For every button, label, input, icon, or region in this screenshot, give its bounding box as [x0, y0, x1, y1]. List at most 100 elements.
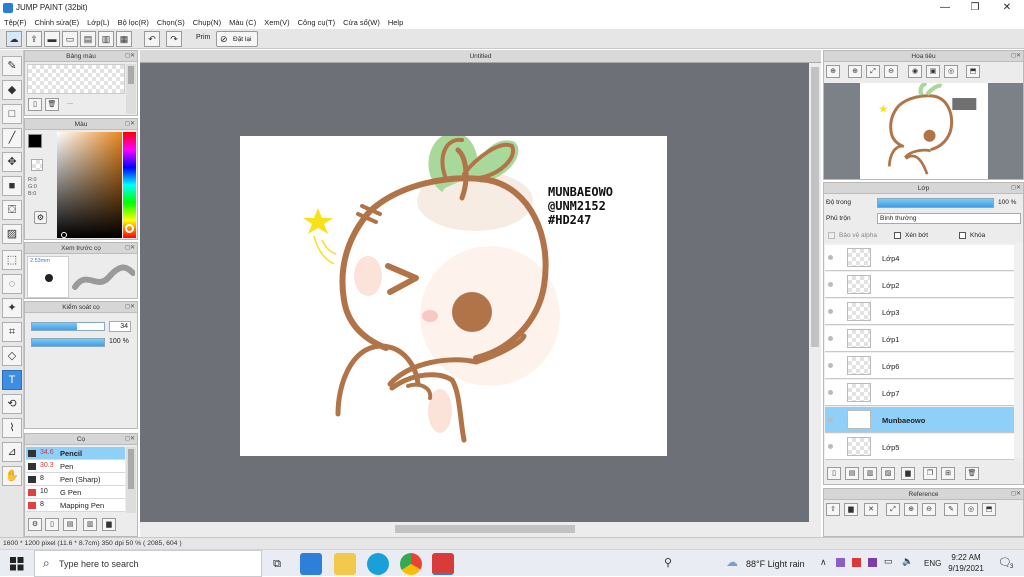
layer-opacity-slider[interactable]: [877, 198, 994, 208]
file-explorer-icon[interactable]: [334, 553, 356, 575]
tray-app-icon[interactable]: [836, 558, 845, 567]
rotate-icon[interactable]: ◉: [908, 65, 922, 78]
drawing-canvas[interactable]: MUNBAEOWO @UNM2152 #HD247: [240, 132, 667, 456]
brush-new-icon[interactable]: ▯: [45, 518, 59, 531]
reference-rotate-icon[interactable]: ◎: [964, 503, 978, 516]
lock-checkbox[interactable]: [959, 232, 966, 239]
lasso-tool-icon[interactable]: ◌: [2, 274, 22, 294]
redo-icon[interactable]: ↷: [166, 31, 182, 47]
dropper-tool-icon[interactable]: ⌇: [2, 418, 22, 438]
menu-edit[interactable]: Chỉnh sửa(E): [35, 16, 80, 29]
visibility-icon[interactable]: [828, 444, 833, 449]
new-folder-icon[interactable]: ▆: [901, 467, 915, 480]
task-view-icon[interactable]: ⧉: [266, 553, 288, 575]
grid-icon[interactable]: ▦: [116, 31, 132, 47]
reset-button[interactable]: ⊘ Đặt lại: [216, 31, 258, 47]
minimize-button[interactable]: —: [938, 1, 952, 14]
color-saturation-picker[interactable]: [57, 132, 122, 238]
panel-close-icon[interactable]: ◻✕: [1011, 491, 1021, 498]
merge-layer-icon[interactable]: ⊞: [941, 467, 955, 480]
document-icon[interactable]: ▤: [80, 31, 96, 47]
pen-tool-icon[interactable]: ⊿: [2, 442, 22, 462]
zoom-in-icon[interactable]: ⊕: [848, 65, 862, 78]
flip-icon[interactable]: ⬒: [966, 65, 980, 78]
undo-icon[interactable]: ↶: [144, 31, 160, 47]
menu-view[interactable]: Xem(V): [264, 16, 289, 29]
brush-item[interactable]: 8 Mapping Pen: [26, 499, 125, 512]
fill-rect-tool-icon[interactable]: ■: [2, 176, 22, 196]
duplicate-layer-icon[interactable]: ❐: [923, 467, 937, 480]
layer-row-selected[interactable]: Munbaeowo: [825, 407, 1014, 433]
reference-upload-icon[interactable]: ⇧: [826, 503, 840, 516]
eraser-tool-icon[interactable]: ◆: [2, 80, 22, 100]
transparent-swatch[interactable]: [31, 159, 43, 171]
weather-text[interactable]: 88°F Light rain: [746, 559, 805, 569]
layer-row[interactable]: Lớp3: [825, 299, 1014, 325]
move-tool-icon[interactable]: ✥: [2, 152, 22, 172]
people-icon[interactable]: ⚲: [664, 556, 672, 569]
zoom-out-icon[interactable]: ⊖: [884, 65, 898, 78]
document-tab[interactable]: Untitled: [140, 50, 821, 63]
layer-row[interactable]: Lớp1: [825, 326, 1014, 352]
close-button[interactable]: ✕: [1000, 1, 1014, 14]
reference-zoom-out-icon[interactable]: ⊖: [922, 503, 936, 516]
jump-paint-icon[interactable]: [432, 553, 454, 575]
reference-pen-icon[interactable]: ✎: [944, 503, 958, 516]
hue-slider-handle[interactable]: [125, 224, 134, 233]
layer-row[interactable]: Lớp4: [825, 245, 1014, 271]
transform-tool-icon[interactable]: ⟲: [2, 394, 22, 414]
visibility-icon[interactable]: [828, 390, 833, 395]
taskbar-search-box[interactable]: ⌕ Type here to search: [34, 550, 262, 577]
panel-close-icon[interactable]: ◻✕: [1011, 53, 1021, 60]
windows-start-icon[interactable]: [0, 550, 34, 577]
brush-copy-icon[interactable]: ▤: [63, 518, 77, 531]
rectangle-tool-icon[interactable]: □: [2, 104, 22, 124]
gradient-tool-icon[interactable]: ▨: [2, 224, 22, 244]
visibility-icon[interactable]: [828, 417, 833, 422]
text-tool-icon[interactable]: T: [2, 370, 22, 390]
visibility-icon[interactable]: [828, 363, 833, 368]
clip-checkbox[interactable]: [894, 232, 901, 239]
brush-size-value[interactable]: 34: [109, 321, 131, 332]
export-icon[interactable]: ⇪: [26, 31, 42, 47]
layer-row[interactable]: Lớp5: [825, 434, 1014, 460]
message-icon[interactable]: ▭: [62, 31, 78, 47]
maximize-button[interactable]: ❐: [968, 1, 982, 14]
delete-layer-icon[interactable]: 🗑: [965, 467, 979, 480]
reference-zoom-in-icon[interactable]: ⊕: [904, 503, 918, 516]
menu-help[interactable]: Help: [388, 16, 403, 29]
panel-close-icon[interactable]: ◻✕: [125, 304, 135, 311]
menu-file[interactable]: Tệp(F): [4, 16, 27, 29]
chrome-icon[interactable]: [400, 553, 422, 575]
magic-wand-icon[interactable]: ✦: [2, 298, 22, 318]
zoom-in-icon[interactable]: ⊕: [826, 65, 840, 78]
menu-window[interactable]: Cửa sổ(W): [343, 16, 380, 29]
language-indicator[interactable]: ENG: [924, 559, 941, 568]
reference-close-icon[interactable]: ✕: [864, 503, 878, 516]
tray-app-icon[interactable]: [852, 558, 861, 567]
brush-opacity-slider[interactable]: [31, 338, 105, 347]
reference-flip-icon[interactable]: ⬒: [982, 503, 996, 516]
panel-close-icon[interactable]: ◻✕: [125, 121, 135, 128]
menu-filter[interactable]: Bộ lọc(R): [118, 16, 149, 29]
network-icon[interactable]: ▭: [884, 556, 893, 567]
blend-mode-select[interactable]: Bình thường: [877, 213, 1021, 224]
palette-swatches[interactable]: [27, 64, 125, 94]
menu-tools[interactable]: Công cụ(T): [298, 16, 336, 29]
rotate-right-icon[interactable]: ◎: [944, 65, 958, 78]
visibility-icon[interactable]: [828, 282, 833, 287]
hue-slider[interactable]: [123, 132, 136, 238]
select-eraser-icon[interactable]: ◇: [2, 346, 22, 366]
visibility-icon[interactable]: [828, 309, 833, 314]
reference-folder-icon[interactable]: ▆: [844, 503, 858, 516]
select-rect-icon[interactable]: ⬚: [2, 250, 22, 270]
navigator-preview-area[interactable]: [824, 83, 1023, 179]
menu-capture[interactable]: Chụp(N): [193, 16, 221, 29]
new-layer-8bit-icon[interactable]: ▥: [863, 467, 877, 480]
menu-select[interactable]: Chọn(S): [157, 16, 185, 29]
horizontal-scroll-thumb[interactable]: [395, 525, 575, 533]
visibility-icon[interactable]: [828, 255, 833, 260]
brush-list-scrollbar[interactable]: [126, 447, 136, 513]
brush-size-slider[interactable]: [31, 322, 105, 331]
visibility-icon[interactable]: [828, 336, 833, 341]
